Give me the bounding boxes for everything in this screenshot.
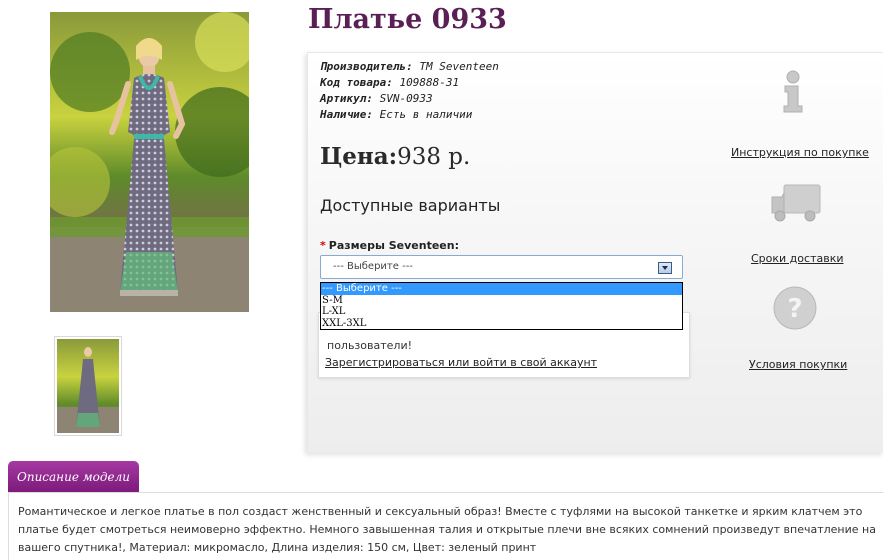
dropdown-option[interactable]: XXL-3XL: [321, 318, 682, 330]
spec-article: Артикул: SVN-0933: [320, 92, 433, 105]
svg-text:?: ?: [787, 294, 802, 324]
product-title: Платье 0933: [308, 4, 507, 35]
tab-label: Описание модели: [17, 470, 130, 484]
spec-value: SVN-0933: [379, 92, 433, 105]
spec-product-code: Код товара: 109888-31: [320, 76, 459, 89]
spec-label: Артикул:: [320, 92, 373, 105]
size-select-value: --- Выберите ---: [333, 261, 413, 272]
tab-model-description[interactable]: Описание модели: [8, 461, 139, 493]
size-dropdown-list[interactable]: --- Выберите --- S-M L-XL XXL-3XL: [320, 282, 683, 330]
size-label: * Размеры Seventeen:: [320, 239, 459, 252]
spec-label: Производитель:: [320, 60, 413, 73]
login-link[interactable]: Зарегистрироваться или войти в свой акка…: [325, 356, 597, 369]
delivery-terms-link[interactable]: Сроки доставки: [751, 252, 844, 265]
spec-label: Наличие:: [320, 108, 373, 121]
product-thumbnail[interactable]: [54, 336, 122, 436]
required-mark: *: [320, 239, 326, 252]
price-value: 938 р.: [397, 144, 471, 170]
spec-value: 109888-31: [399, 76, 460, 89]
dropdown-option[interactable]: --- Выберите ---: [321, 283, 682, 295]
spec-label: Код товара:: [320, 76, 393, 89]
price-label: Цена:: [320, 143, 398, 170]
truck-icon[interactable]: [770, 183, 822, 227]
dropdown-option[interactable]: L-XL: [321, 306, 682, 318]
spec-value: TM Seventeen: [419, 60, 499, 73]
notice-text: пользователи!: [327, 339, 413, 352]
product-price: Цена:938 р.: [320, 143, 470, 170]
product-main-photo[interactable]: [50, 12, 249, 312]
size-label-text: Размеры Seventeen:: [328, 239, 459, 252]
question-icon[interactable]: ?: [772, 285, 818, 335]
spec-value: Есть в наличии: [379, 108, 473, 121]
info-icon[interactable]: [776, 70, 810, 118]
chevron-down-icon[interactable]: [658, 262, 672, 274]
purchase-instructions-link[interactable]: Инструкция по покупке: [731, 146, 869, 159]
purchase-terms-link[interactable]: Условия покупки: [749, 358, 847, 371]
product-description: Романтическое и легкое платье в пол созд…: [18, 505, 876, 554]
size-select[interactable]: --- Выберите ---: [320, 255, 683, 279]
available-options-heading: Доступные варианты: [320, 196, 501, 215]
dropdown-option[interactable]: S-M: [321, 295, 682, 307]
spec-manufacturer: Производитель: TM Seventeen: [320, 60, 499, 73]
spec-availability: Наличие: Есть в наличии: [320, 108, 472, 121]
